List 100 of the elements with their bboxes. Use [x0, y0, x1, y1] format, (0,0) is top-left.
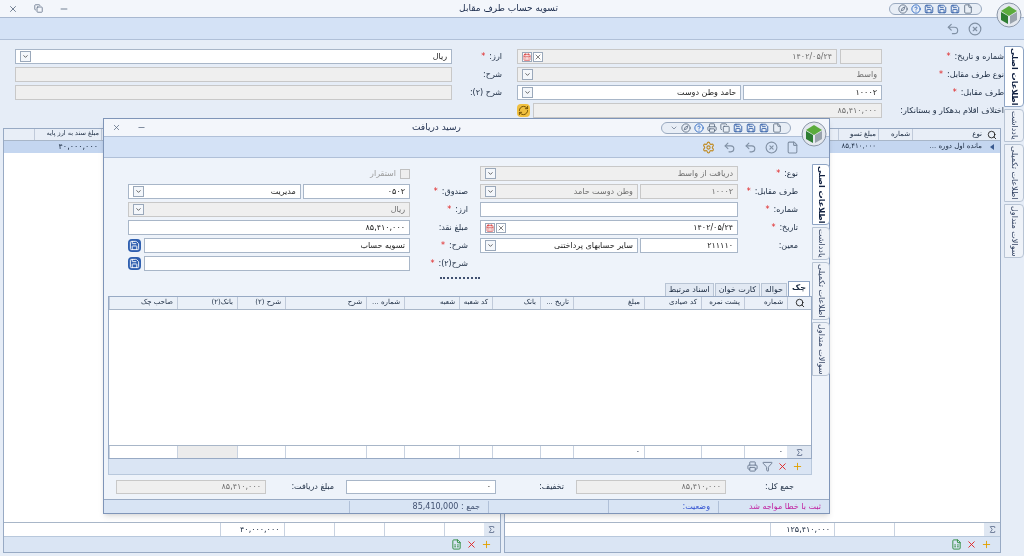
dropdown-button[interactable] [20, 51, 31, 62]
vertical-tab[interactable]: اطلاعات اصلی [1004, 46, 1024, 108]
vertical-tab[interactable]: سوالات متداول [812, 321, 830, 377]
save-icon[interactable] [733, 122, 743, 133]
tab[interactable]: حواله [761, 283, 788, 296]
add-icon[interactable] [480, 539, 492, 550]
clear-icon[interactable] [496, 222, 506, 233]
field-label: شماره و تاریخ: [954, 50, 1004, 63]
table-cell-text: ۴۰,۰۰۰,۰۰۰ [57, 141, 99, 153]
arrow-icon[interactable] [946, 21, 960, 36]
x-circle-icon[interactable] [765, 140, 778, 154]
status-sum: جمع : 85,410,000 [349, 500, 489, 513]
spreadsheet-icon[interactable] [951, 539, 962, 550]
field-label: شرح: [483, 68, 502, 81]
dropdown-field[interactable]: حامد وطن دوست [517, 85, 742, 100]
refresh-icon[interactable] [517, 104, 530, 117]
dropdown-field[interactable]: ریال [15, 49, 452, 64]
description-field[interactable] [144, 256, 410, 271]
field-label: ارز: [455, 203, 468, 216]
required-mark: * [481, 50, 486, 63]
copy-icon[interactable] [720, 122, 730, 133]
help-icon[interactable] [694, 122, 704, 133]
save-icon[interactable] [937, 3, 947, 14]
field-label: صندوق: [441, 185, 468, 198]
vertical-tab[interactable]: اطلاعات تکمیلی [812, 262, 830, 320]
date-field[interactable]: ۱۴۰۲/۰۵/۲۴ [480, 220, 738, 235]
code-field[interactable]: ۱۰۰۰۲ [743, 85, 882, 100]
dropdown-field[interactable]: سایر حسابهای پرداختنی [480, 238, 638, 253]
field-label: نوع طرف مقابل: [946, 68, 1004, 81]
amount-field[interactable]: ۰ [346, 480, 496, 494]
required-mark: * [938, 68, 943, 81]
vertical-tab[interactable]: سوالات متداول [1004, 203, 1024, 259]
dropdown-button[interactable] [522, 87, 533, 98]
text-field[interactable]: ۸۵,۴۱۰,۰۰۰ [128, 220, 410, 235]
required-mark: * [946, 50, 951, 63]
compass-icon[interactable] [898, 3, 908, 14]
required-mark: * [746, 185, 751, 198]
filter-icon[interactable] [762, 461, 773, 472]
field-label: مبلغ دریافت: [290, 481, 334, 493]
tab[interactable]: اسناد مرتبط [664, 283, 714, 296]
status-label: وضعیت: [609, 500, 719, 513]
field-label: شرح (۲): [469, 86, 502, 99]
required-mark: * [765, 203, 770, 216]
field-label: تاریخ: [779, 221, 798, 234]
splitter-handle[interactable] [440, 277, 480, 281]
search-icon[interactable] [794, 298, 805, 308]
dialog-title: رسید دریافت [411, 120, 462, 134]
description-field[interactable]: تسویه حساب [144, 238, 410, 253]
x-circle-icon[interactable] [968, 21, 982, 36]
search-icon[interactable] [987, 129, 997, 140]
calendar-icon[interactable] [485, 222, 495, 233]
dropdown-button[interactable] [485, 240, 496, 251]
delete-icon[interactable] [465, 539, 477, 550]
document-icon[interactable] [786, 140, 799, 154]
new-file-icon[interactable] [772, 122, 782, 133]
close-icon[interactable] [8, 3, 18, 14]
spreadsheet-icon[interactable] [450, 539, 462, 550]
dropdown-button[interactable] [133, 186, 144, 197]
save-icon[interactable] [759, 122, 769, 133]
row-pointer-icon [990, 144, 994, 150]
save-icon[interactable] [924, 3, 934, 14]
vertical-tab[interactable]: یادداشت [1004, 109, 1024, 143]
save-icon[interactable] [746, 122, 756, 133]
sum-cell: ۰ [744, 446, 787, 458]
add-icon[interactable] [792, 461, 803, 472]
text-field[interactable] [480, 202, 738, 217]
vertical-tab[interactable]: اطلاعات تکمیلی [1004, 144, 1024, 202]
required-mark: * [433, 185, 438, 198]
save-icon[interactable] [950, 3, 960, 14]
close-icon[interactable] [112, 123, 121, 132]
field-label: معین: [778, 239, 798, 252]
gear-icon[interactable] [702, 140, 715, 154]
status-message: ثبت با خطا مواجه شد [747, 500, 822, 513]
field-label: ارز: [489, 50, 502, 63]
field-label: مبلغ نقد: [438, 221, 468, 234]
code-field[interactable]: ۰۵۰۲ [302, 184, 410, 199]
printer-icon[interactable] [747, 461, 758, 472]
arrow-icon[interactable] [744, 140, 757, 154]
compass-icon[interactable] [681, 122, 691, 133]
tab[interactable]: کارت خوان [714, 283, 760, 296]
required-mark: * [447, 203, 452, 216]
new-file-icon[interactable] [963, 3, 973, 14]
required-mark: * [776, 167, 781, 180]
field-label: شرح: [449, 239, 468, 252]
dropdown-field[interactable]: مدیریت [128, 184, 301, 199]
tab[interactable]: چک [788, 281, 810, 296]
arrow-icon[interactable] [723, 140, 736, 154]
restore-icon[interactable] [34, 4, 43, 13]
printer-icon[interactable] [707, 122, 717, 133]
add-icon[interactable] [981, 539, 992, 550]
field-label: جمع کل: [764, 481, 794, 493]
vertical-tab[interactable]: اطلاعات اصلی [812, 164, 830, 226]
logo-icon [996, 2, 1022, 28]
help-icon[interactable] [911, 3, 921, 14]
sum-icon [987, 525, 997, 534]
delete-icon[interactable] [966, 539, 977, 550]
vertical-tab[interactable]: یادداشت [812, 227, 830, 261]
field-label: شماره: [773, 203, 798, 216]
delete-icon[interactable] [777, 461, 788, 472]
code-field[interactable]: ۲۱۱۱۱۰ [639, 238, 738, 253]
